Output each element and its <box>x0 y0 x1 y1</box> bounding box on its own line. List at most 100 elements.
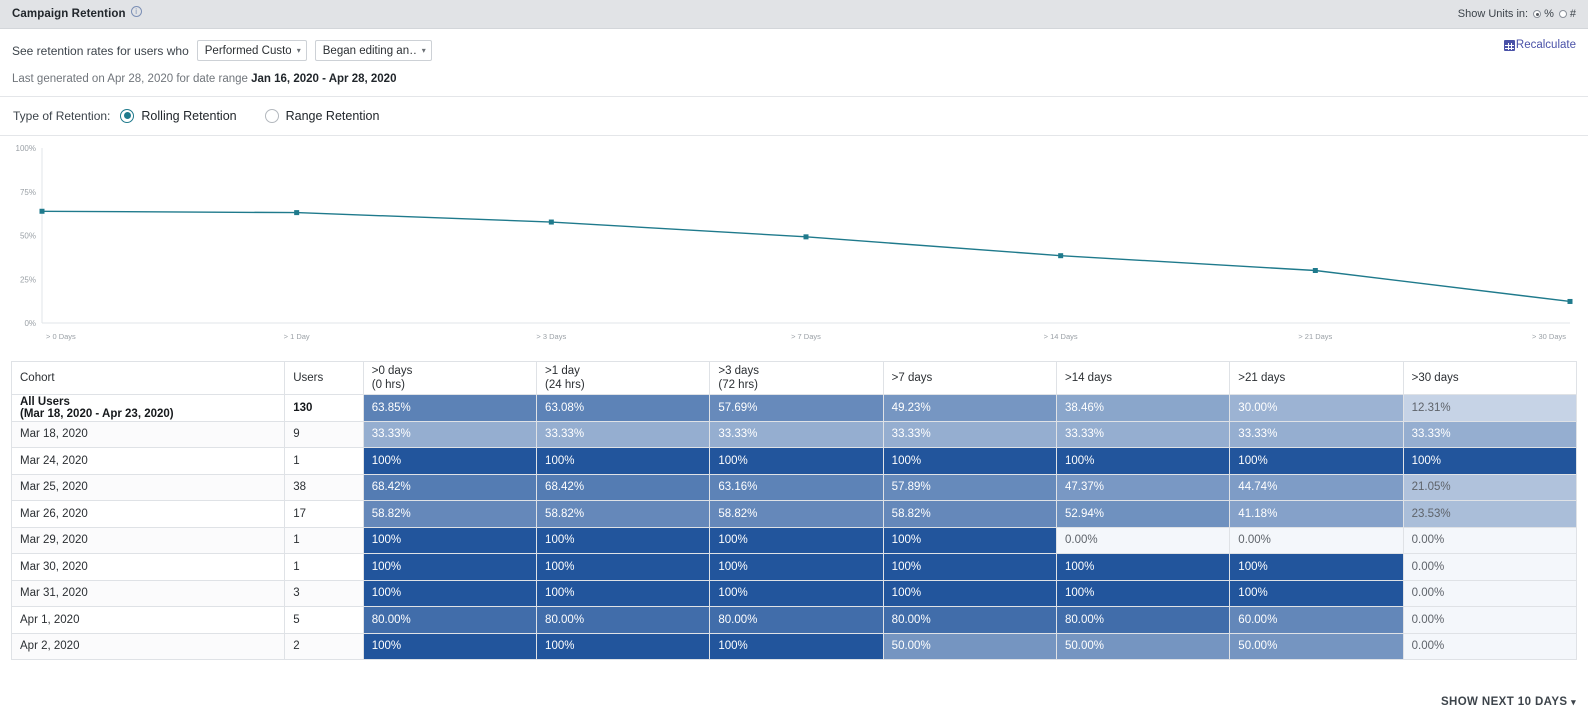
cell-retention: 68.42% <box>363 474 536 501</box>
cell-retention: 50.00% <box>1230 633 1403 660</box>
chart-data-point <box>1313 268 1318 273</box>
info-icon[interactable]: i <box>131 6 142 17</box>
table-header-row: CohortUsers>0 days(0 hrs)>1 day(24 hrs)>… <box>12 362 1577 395</box>
cell-retention: 60.00% <box>1230 607 1403 634</box>
table-header-d30[interactable]: >30 days <box>1403 362 1576 395</box>
table-header-d14[interactable]: >14 days <box>1056 362 1229 395</box>
cell-retention: 100% <box>883 527 1056 554</box>
table-header-cohort[interactable]: Cohort <box>12 362 285 395</box>
cell-retention: 63.08% <box>537 395 710 422</box>
cell-retention: 44.74% <box>1230 474 1403 501</box>
cohort-name: Apr 2, 2020 <box>20 640 79 652</box>
cell-retention: 80.00% <box>1056 607 1229 634</box>
table-row[interactable]: Mar 31, 20203100%100%100%100%100%100%0.0… <box>12 580 1577 607</box>
header-label: >21 days <box>1238 372 1285 384</box>
cell-retention: 100% <box>1230 554 1403 581</box>
table-row[interactable]: Apr 2, 20202100%100%100%50.00%50.00%50.0… <box>12 633 1577 660</box>
cohort-name: Mar 30, 2020 <box>20 561 88 573</box>
cell-users: 3 <box>285 580 364 607</box>
cell-retention: 80.00% <box>710 607 883 634</box>
chart-data-point <box>1568 299 1573 304</box>
cell-cohort: Mar 24, 2020 <box>12 448 285 475</box>
cell-retention: 100% <box>710 580 883 607</box>
header-label: >30 days <box>1412 372 1459 384</box>
show-next-days-label: SHOW NEXT 10 DAYS <box>1441 696 1568 708</box>
radio-rolling-retention[interactable]: Rolling Retention <box>120 109 236 123</box>
chevron-down-icon: ▾ <box>422 46 426 55</box>
table-header-d21[interactable]: >21 days <box>1230 362 1403 395</box>
table-row[interactable]: Mar 30, 20201100%100%100%100%100%100%0.0… <box>12 554 1577 581</box>
date-range-value: Jan 16, 2020 - Apr 28, 2020 <box>251 73 396 85</box>
cell-retention: 33.33% <box>537 421 710 448</box>
radio-rolling-retention-label: Rolling Retention <box>141 109 236 123</box>
cohort-name: Mar 26, 2020 <box>20 508 88 520</box>
retention-line-chart: 0%25%50%75%100%> 0 Days> 1 Day> 3 Days> … <box>0 136 1588 351</box>
cell-users: 5 <box>285 607 364 634</box>
cell-users: 1 <box>285 554 364 581</box>
cell-retention: 100% <box>363 448 536 475</box>
radio-range-retention-label: Range Retention <box>286 109 380 123</box>
calculator-icon <box>1504 40 1515 51</box>
cell-retention: 58.82% <box>537 501 710 528</box>
table-header-users[interactable]: Users <box>285 362 364 395</box>
cell-retention: 0.00% <box>1230 527 1403 554</box>
header-label: >3 days <box>718 365 759 377</box>
cell-retention: 100% <box>537 448 710 475</box>
radio-selected-icon[interactable] <box>120 109 134 123</box>
table-row[interactable]: Mar 29, 20201100%100%100%100%0.00%0.00%0… <box>12 527 1577 554</box>
header-sublabel: (72 hrs) <box>718 378 874 392</box>
table-header-d0[interactable]: >0 days(0 hrs) <box>363 362 536 395</box>
cell-retention: 23.53% <box>1403 501 1576 528</box>
table-row[interactable]: Apr 1, 2020580.00%80.00%80.00%80.00%80.0… <box>12 607 1577 634</box>
cell-retention: 33.33% <box>1230 421 1403 448</box>
cell-cohort: Mar 25, 2020 <box>12 474 285 501</box>
cell-users: 1 <box>285 527 364 554</box>
retention-type-section: Type of Retention: Rolling Retention Ran… <box>0 97 1588 135</box>
x-axis-tick-label: > 14 Days <box>1044 332 1078 341</box>
cohort-name: Mar 25, 2020 <box>20 481 88 493</box>
header-label: >1 day <box>545 365 580 377</box>
cell-cohort: All Users(Mar 18, 2020 - Apr 23, 2020) <box>12 395 285 422</box>
cohort-name: Mar 29, 2020 <box>20 534 88 546</box>
table-row[interactable]: Mar 26, 20201758.82%58.82%58.82%58.82%52… <box>12 501 1577 528</box>
cell-retention: 100% <box>363 527 536 554</box>
radio-percent-icon[interactable] <box>1533 10 1541 18</box>
header-label: Users <box>293 372 323 384</box>
table-header-d3[interactable]: >3 days(72 hrs) <box>710 362 883 395</box>
table-header-d7[interactable]: >7 days <box>883 362 1056 395</box>
cell-retention: 21.05% <box>1403 474 1576 501</box>
table-row[interactable]: Mar 24, 20201100%100%100%100%100%100%100… <box>12 448 1577 475</box>
cell-retention: 100% <box>710 448 883 475</box>
x-axis-tick-label: > 7 Days <box>791 332 821 341</box>
cell-users: 130 <box>285 395 364 422</box>
units-option-percent[interactable]: % <box>1533 8 1554 20</box>
table-row[interactable]: Mar 25, 20203868.42%68.42%63.16%57.89%47… <box>12 474 1577 501</box>
action-select-value: Began editing an… <box>323 45 416 57</box>
cell-retention: 33.33% <box>363 421 536 448</box>
show-next-days-button[interactable]: SHOW NEXT 10 DAYS ▾ <box>1441 696 1576 708</box>
radio-unselected-icon[interactable] <box>265 109 279 123</box>
chevron-down-icon: ▾ <box>1571 697 1576 707</box>
cell-retention: 33.33% <box>1056 421 1229 448</box>
cell-retention: 0.00% <box>1403 527 1576 554</box>
table-row[interactable]: All Users(Mar 18, 2020 - Apr 23, 2020)13… <box>12 395 1577 422</box>
table-row[interactable]: Mar 18, 2020933.33%33.33%33.33%33.33%33.… <box>12 421 1577 448</box>
cell-retention: 80.00% <box>883 607 1056 634</box>
event-select[interactable]: Performed Custom E ▾ <box>197 40 307 61</box>
recalculate-button[interactable]: Recalculate <box>1504 39 1576 51</box>
cell-retention: 52.94% <box>1056 501 1229 528</box>
cell-retention: 100% <box>1230 448 1403 475</box>
cell-retention: 100% <box>1056 580 1229 607</box>
cohort-name: All Users <box>20 396 70 408</box>
chart-data-point <box>40 209 45 214</box>
units-option-count[interactable]: # <box>1559 8 1576 20</box>
action-select[interactable]: Began editing an… ▾ <box>315 40 432 61</box>
cell-cohort: Apr 1, 2020 <box>12 607 285 634</box>
radio-range-retention[interactable]: Range Retention <box>265 109 380 123</box>
table-header-d1[interactable]: >1 day(24 hrs) <box>537 362 710 395</box>
cell-retention: 100% <box>883 554 1056 581</box>
radio-count-icon[interactable] <box>1559 10 1567 18</box>
cell-retention: 30.00% <box>1230 395 1403 422</box>
cell-users: 17 <box>285 501 364 528</box>
filter-section: See retention rates for users who Perfor… <box>0 29 1588 85</box>
